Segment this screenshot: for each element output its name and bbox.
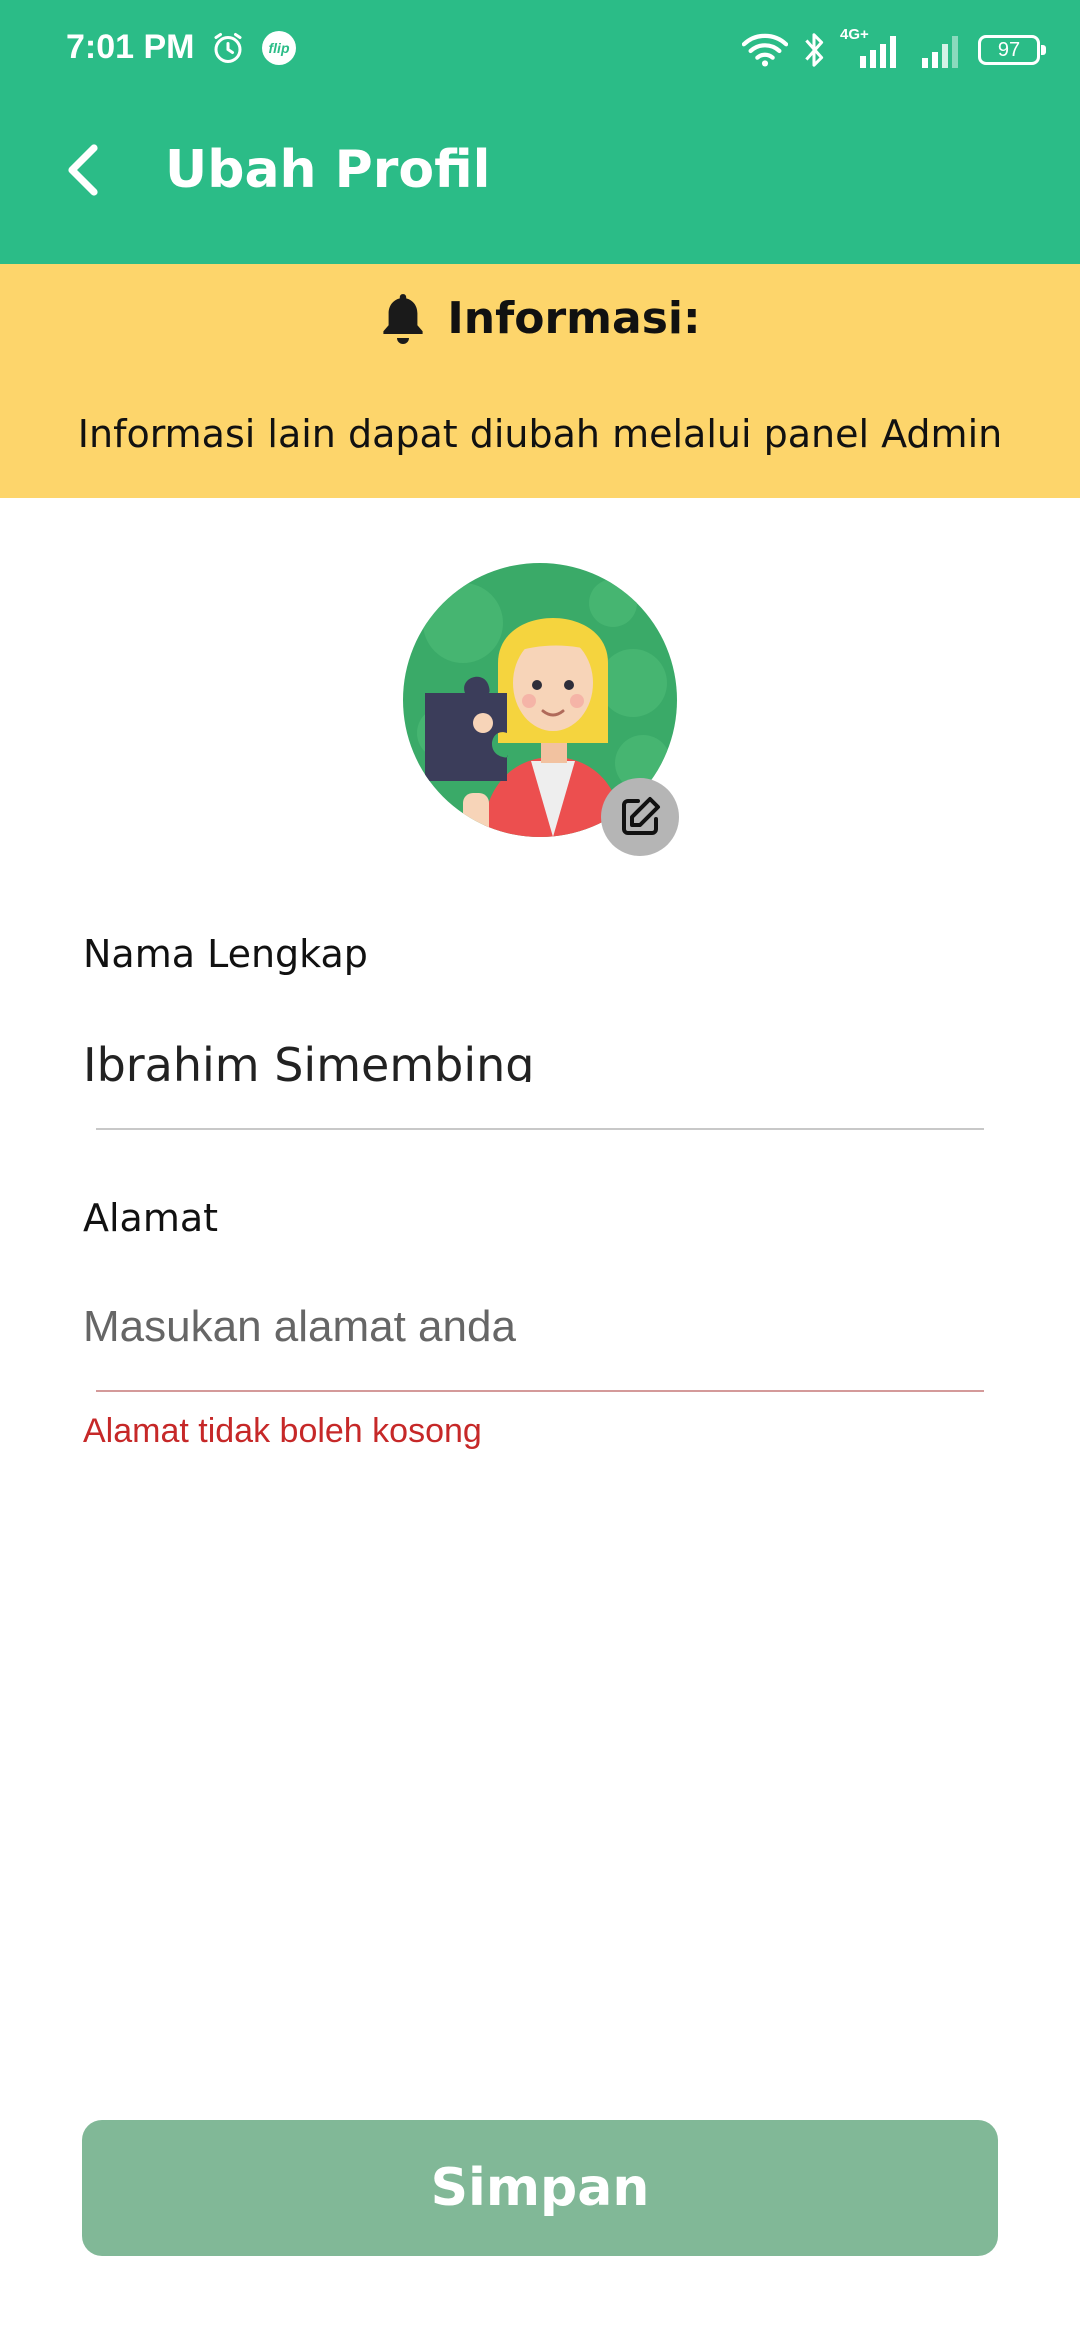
name-label: Nama Lengkap [83, 932, 368, 976]
address-field-underline [96, 1390, 984, 1392]
name-field[interactable]: Ibrahim Simembing [83, 1038, 534, 1082]
wifi-icon [742, 33, 788, 67]
address-error-text: Alamat tidak boleh kosong [83, 1412, 482, 1450]
signal-icon: 4G+ [840, 26, 906, 68]
flip-icon: flip [262, 31, 296, 65]
signal-icon-2 [922, 36, 958, 68]
top-bar: 7:01 PM flip 4G+ 97 Ubah Profil [0, 0, 1080, 264]
info-banner-message: Informasi lain dapat diubah melalui pane… [77, 412, 1003, 456]
address-label: Alamat [83, 1196, 219, 1240]
info-banner-header: Informasi: [0, 290, 1080, 346]
page-title: Ubah Profil [165, 140, 491, 200]
profile-avatar-container [403, 563, 679, 856]
battery-icon: 97 [978, 35, 1046, 65]
save-button[interactable]: Simpan [82, 2120, 998, 2256]
app-bar: Ubah Profil [0, 110, 1080, 230]
status-time: 7:01 PM [66, 28, 195, 66]
info-banner-title: Informasi: [447, 292, 701, 344]
bell-icon [383, 294, 424, 344]
edit-icon [622, 797, 660, 835]
save-button-label: Simpan [430, 2158, 650, 2218]
info-banner: Informasi: Informasi lain dapat diubah m… [0, 264, 1080, 498]
edit-avatar-button[interactable] [601, 778, 679, 856]
back-arrow-icon[interactable] [58, 140, 108, 200]
bluetooth-icon [805, 33, 824, 67]
status-bar: 7:01 PM flip 4G+ 97 [0, 0, 1080, 100]
address-field[interactable]: Masukan alamat anda [83, 1302, 983, 1352]
status-icons: 4G+ 97 [742, 26, 1046, 72]
name-field-underline [96, 1128, 984, 1130]
alarm-icon [214, 33, 242, 63]
